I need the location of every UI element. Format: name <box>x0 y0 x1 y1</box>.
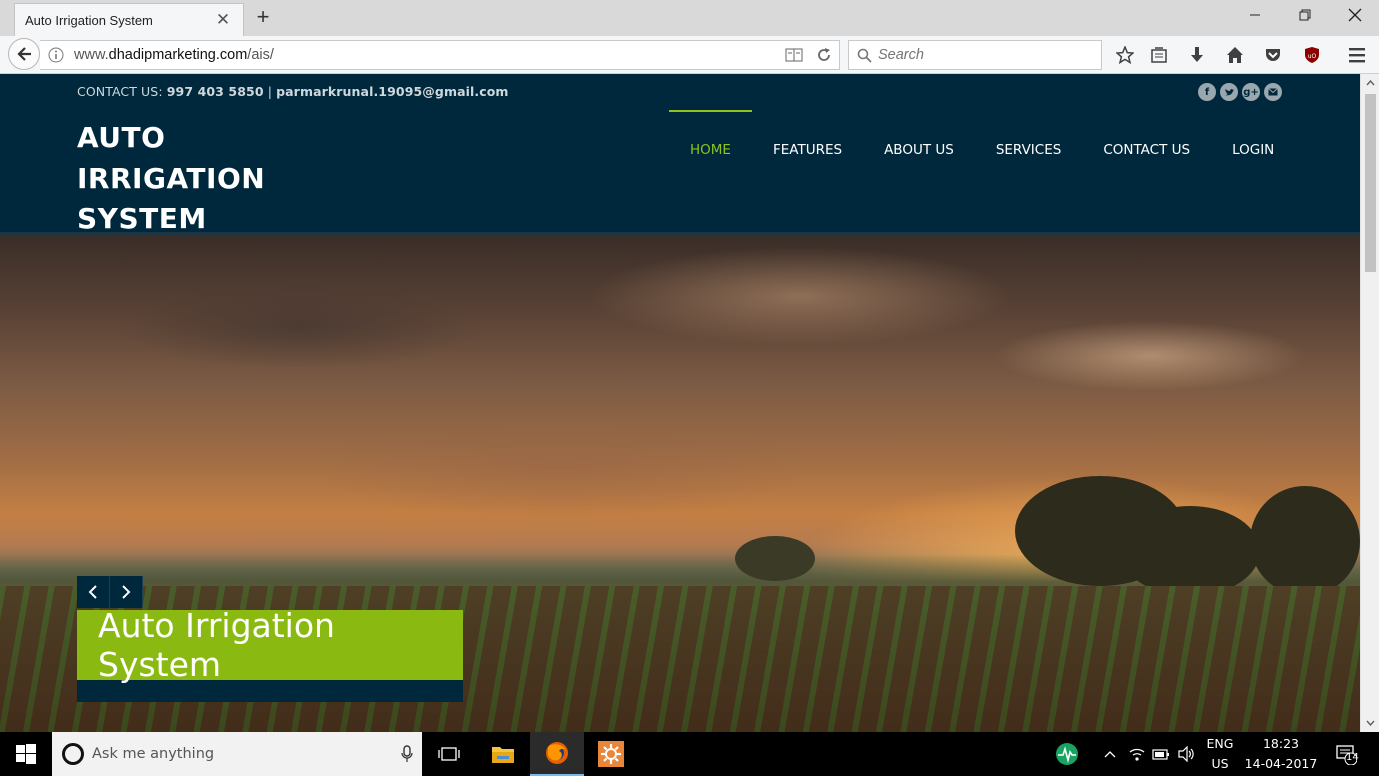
cortana-placeholder: Ask me anything <box>92 746 215 762</box>
contact-strip: CONTACT US: 997 403 5850 | parmarkrunal.… <box>0 74 1360 110</box>
back-button[interactable] <box>8 38 40 70</box>
pocket-icon[interactable] <box>1259 42 1287 68</box>
hero-tree <box>1250 486 1360 596</box>
new-tab-button[interactable]: + <box>252 4 274 29</box>
hero-tree <box>735 536 815 581</box>
nav-item-login[interactable]: LOGIN <box>1211 110 1295 190</box>
tab-title: Auto Irrigation System <box>25 12 153 28</box>
svg-text:uO: uO <box>1308 53 1317 60</box>
contact-phone[interactable]: 997 403 5850 <box>167 84 264 99</box>
url-domain: dhadipmarketing.com <box>108 47 248 63</box>
contact-email[interactable]: parmarkrunal.19095@gmail.com <box>276 84 508 99</box>
activity-monitor-icon[interactable] <box>1052 732 1082 776</box>
minimize-icon[interactable] <box>1232 0 1278 30</box>
web-page: CONTACT US: 997 403 5850 | parmarkrunal.… <box>0 74 1360 732</box>
action-center-icon[interactable]: 14 <box>1328 732 1364 776</box>
microphone-icon[interactable] <box>392 745 422 763</box>
nav-item-about-us[interactable]: ABOUT US <box>863 110 975 190</box>
slider-caption-title: Auto Irrigation System <box>77 606 463 684</box>
brand-line: IRRIGATION <box>77 161 266 195</box>
bookmarks-library-icon[interactable] <box>1145 42 1173 68</box>
windows-logo-icon <box>16 744 36 764</box>
hero-slider: Auto Irrigation System <box>0 232 1360 732</box>
url-text[interactable]: www.dhadipmarketing.com/ais/ <box>74 47 779 63</box>
back-arrow-icon <box>17 47 31 61</box>
clock-time: 18:23 <box>1262 736 1300 751</box>
show-hidden-icons-icon[interactable] <box>1100 732 1120 776</box>
notification-count: 14 <box>1346 752 1359 763</box>
nav-item-services[interactable]: SERVICES <box>975 110 1082 190</box>
browser-tab[interactable]: Auto Irrigation System ✕ <box>14 3 244 36</box>
site-info-icon[interactable] <box>46 45 66 65</box>
task-view-icon[interactable] <box>422 732 476 776</box>
twitter-icon[interactable] <box>1220 83 1238 101</box>
clock-date: 14-04-2017 <box>1244 756 1318 771</box>
cortana-search[interactable]: Ask me anything <box>52 732 422 776</box>
browser-tab-bar: Auto Irrigation System ✕ + <box>0 0 1379 36</box>
chevron-right-icon <box>122 585 131 599</box>
search-box[interactable] <box>848 40 1102 70</box>
nav-item-home[interactable]: HOME <box>669 110 752 190</box>
restore-icon[interactable] <box>1282 0 1328 30</box>
downloads-icon[interactable] <box>1183 42 1211 68</box>
chevron-left-icon <box>88 585 97 599</box>
brand-line: AUTO <box>77 121 166 154</box>
cortana-icon <box>62 743 84 765</box>
email-icon[interactable] <box>1264 83 1282 101</box>
main-nav: HOME FEATURES ABOUT US SERVICES CONTACT … <box>669 110 1295 190</box>
slider-caption: Auto Irrigation System <box>77 606 463 702</box>
facebook-icon[interactable]: f <box>1198 83 1216 101</box>
site-header: AUTO IRRIGATION SYSTEM HOME FEATURES ABO… <box>0 110 1360 235</box>
close-window-icon[interactable] <box>1332 0 1378 30</box>
nav-item-features[interactable]: FEATURES <box>752 110 863 190</box>
slider-next-button[interactable] <box>110 576 143 608</box>
reload-icon[interactable] <box>809 42 839 68</box>
search-input[interactable] <box>878 47 1078 63</box>
scroll-up-icon[interactable] <box>1361 74 1379 92</box>
browser-toolbar: www.dhadipmarketing.com/ais/ uO <box>0 36 1379 74</box>
wifi-icon[interactable] <box>1126 732 1148 776</box>
contact-separator: | <box>267 84 273 99</box>
contact-info: CONTACT US: 997 403 5850 | parmarkrunal.… <box>77 84 509 99</box>
scrollbar-thumb[interactable] <box>1365 94 1376 272</box>
close-tab-icon[interactable]: ✕ <box>213 10 233 30</box>
hero-tree <box>1120 506 1260 596</box>
contact-label: CONTACT US: <box>77 84 163 99</box>
settings-app-icon[interactable] <box>584 732 638 776</box>
slider-prev-button[interactable] <box>77 576 110 608</box>
url-prefix: www. <box>74 47 109 63</box>
reader-view-icon[interactable] <box>779 42 809 68</box>
google-plus-icon[interactable]: g+ <box>1242 83 1260 101</box>
bookmark-star-icon[interactable] <box>1111 42 1139 68</box>
language-region: US <box>1211 756 1229 771</box>
language-indicator[interactable]: ENG US <box>1202 732 1238 776</box>
slider-controls <box>77 576 143 608</box>
search-icon <box>857 48 872 63</box>
scroll-down-icon[interactable] <box>1361 714 1379 732</box>
address-bar[interactable]: www.dhadipmarketing.com/ais/ <box>40 40 840 70</box>
start-button[interactable] <box>0 732 52 776</box>
social-links: f g+ <box>1198 83 1282 101</box>
url-path: /ais/ <box>247 47 274 63</box>
nav-item-contact-us[interactable]: CONTACT US <box>1082 110 1211 190</box>
windows-taskbar: Ask me anything ENG US 18:23 14-04-2017 … <box>0 732 1379 776</box>
battery-icon[interactable] <box>1150 732 1172 776</box>
file-explorer-icon[interactable] <box>476 732 530 776</box>
hamburger-menu-icon[interactable] <box>1343 42 1371 68</box>
ublock-origin-icon[interactable]: uO <box>1298 42 1326 68</box>
page-scrollbar[interactable] <box>1360 74 1379 732</box>
language-code: ENG <box>1206 736 1234 751</box>
home-icon[interactable] <box>1221 42 1249 68</box>
firefox-icon[interactable] <box>530 732 584 776</box>
volume-icon[interactable] <box>1176 732 1198 776</box>
clock[interactable]: 18:23 14-04-2017 <box>1242 732 1320 776</box>
site-logo[interactable]: AUTO IRRIGATION SYSTEM <box>77 118 307 240</box>
